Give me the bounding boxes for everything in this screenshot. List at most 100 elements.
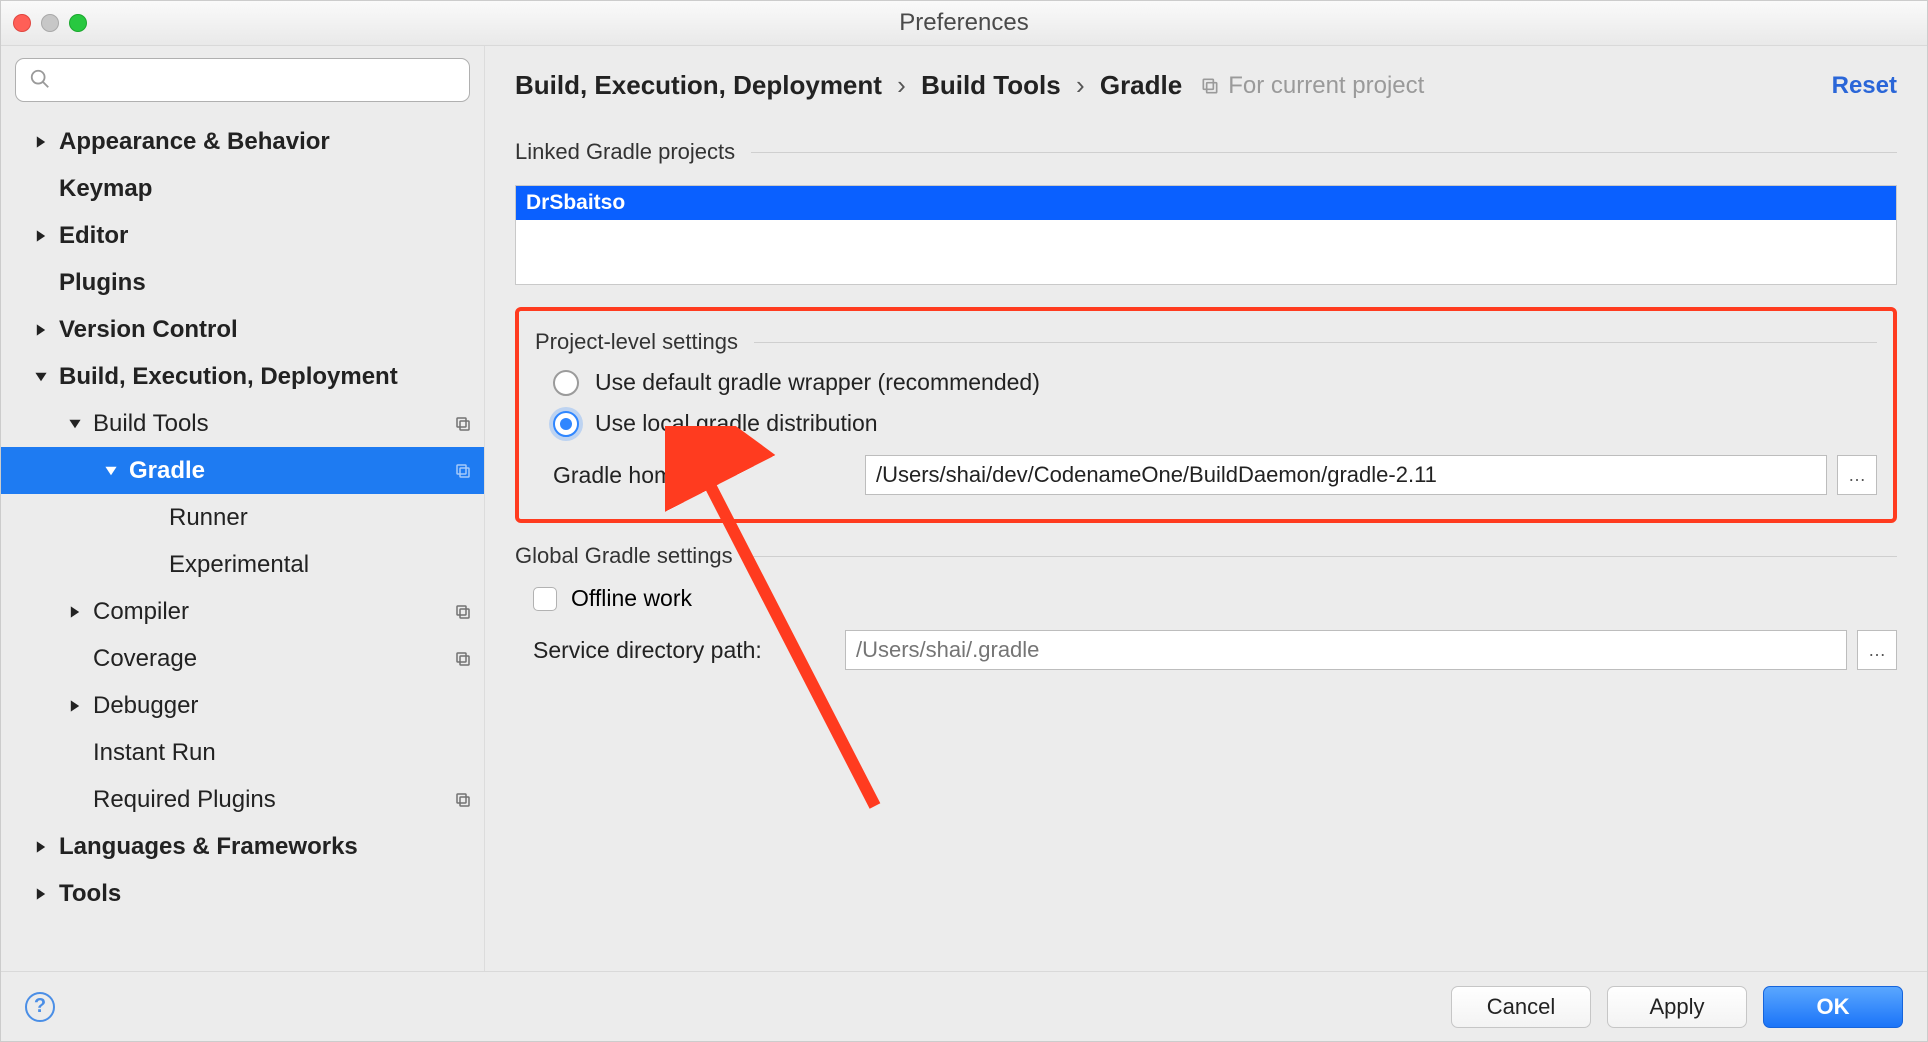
tree-item[interactable]: Experimental	[1, 541, 484, 588]
tree-item[interactable]: Build, Execution, Deployment	[1, 353, 484, 400]
radio-local-distribution[interactable]: Use local gradle distribution	[553, 410, 1877, 437]
tree-item-label: Appearance & Behavior	[59, 128, 330, 156]
cancel-button[interactable]: Cancel	[1451, 986, 1591, 1028]
tree-item-label: Gradle	[129, 457, 205, 485]
tree-item[interactable]: Compiler	[1, 588, 484, 635]
window-title: Preferences	[1, 9, 1927, 37]
reset-link[interactable]: Reset	[1832, 72, 1897, 100]
copy-icon	[452, 460, 474, 482]
tree-item[interactable]: Required Plugins	[1, 776, 484, 823]
chevron-right-icon: ›	[889, 70, 914, 100]
tree-item-label: Tools	[59, 880, 121, 908]
tree-item-label: Build Tools	[93, 410, 209, 438]
radio-icon[interactable]	[553, 411, 579, 437]
tree-item[interactable]: Plugins	[1, 259, 484, 306]
tree-item-label: Runner	[169, 504, 248, 532]
tree-item-label: Compiler	[93, 598, 189, 626]
tree-item[interactable]: Keymap	[1, 165, 484, 212]
tree-item[interactable]: Gradle	[1, 447, 484, 494]
chevron-right-icon[interactable]	[65, 696, 85, 716]
tree-item-label: Languages & Frameworks	[59, 833, 358, 861]
checkbox-label: Offline work	[571, 585, 692, 612]
chevron-down-icon[interactable]	[31, 367, 51, 387]
tree-item[interactable]: Appearance & Behavior	[1, 118, 484, 165]
chevron-right-icon[interactable]	[31, 132, 51, 152]
chevron-right-icon[interactable]	[31, 226, 51, 246]
tree-item[interactable]: Debugger	[1, 682, 484, 729]
gradle-home-label: Gradle home:	[535, 462, 865, 489]
chevron-right-icon: ›	[1068, 70, 1093, 100]
footer: ? Cancel Apply OK	[1, 971, 1927, 1041]
tree-item-label: Instant Run	[93, 739, 216, 767]
service-dir-label: Service directory path:	[515, 637, 845, 664]
tree-item-label: Experimental	[169, 551, 309, 579]
breadcrumb: Build, Execution, Deployment › Build Too…	[515, 70, 1182, 101]
service-dir-input[interactable]	[845, 630, 1847, 670]
checkbox-icon[interactable]	[533, 587, 557, 611]
copy-icon	[452, 601, 474, 623]
browse-button[interactable]: …	[1837, 455, 1877, 495]
titlebar: Preferences	[1, 1, 1927, 46]
tree-item-label: Plugins	[59, 269, 146, 297]
radio-label: Use local gradle distribution	[595, 410, 878, 437]
gradle-home-input[interactable]	[865, 455, 1827, 495]
linked-projects-section: Linked Gradle projects DrSbaitso	[515, 139, 1897, 285]
browse-button[interactable]: …	[1857, 630, 1897, 670]
tree-item-label: Build, Execution, Deployment	[59, 363, 398, 391]
radio-label: Use default gradle wrapper (recommended)	[595, 369, 1040, 396]
apply-button[interactable]: Apply	[1607, 986, 1747, 1028]
tree-item[interactable]: Runner	[1, 494, 484, 541]
tree-item[interactable]: Instant Run	[1, 729, 484, 776]
tree-item-label: Version Control	[59, 316, 238, 344]
sidebar: Appearance & Behavior Keymap Editor Plugins…	[1, 46, 485, 971]
tree-item-label: Coverage	[93, 645, 197, 673]
preferences-window: Preferences Appearance & Behavior Keymap E…	[0, 0, 1928, 1042]
breadcrumb-seg[interactable]: Build, Execution, Deployment	[515, 70, 882, 100]
tree-item-label: Debugger	[93, 692, 198, 720]
radio-icon[interactable]	[553, 370, 579, 396]
copy-icon	[1200, 76, 1220, 96]
breadcrumb-seg[interactable]: Gradle	[1100, 70, 1182, 100]
section-title: Linked Gradle projects	[515, 139, 1897, 165]
chevron-down-icon[interactable]	[101, 461, 121, 481]
gradle-home-row: Gradle home: …	[535, 455, 1877, 495]
chevron-right-icon[interactable]	[31, 884, 51, 904]
tree-item[interactable]: Build Tools	[1, 400, 484, 447]
chevron-right-icon[interactable]	[65, 602, 85, 622]
list-item[interactable]: DrSbaitso	[516, 186, 1896, 220]
copy-icon	[452, 413, 474, 435]
scope-label: For current project	[1200, 72, 1424, 100]
global-settings-section: Global Gradle settings Offline work Serv…	[515, 543, 1897, 670]
radio-default-wrapper[interactable]: Use default gradle wrapper (recommended)	[553, 369, 1877, 396]
content: Linked Gradle projects DrSbaitso Project…	[485, 109, 1927, 971]
help-button[interactable]: ?	[25, 992, 55, 1022]
tree-item[interactable]: Languages & Frameworks	[1, 823, 484, 870]
linked-projects-list[interactable]: DrSbaitso	[515, 185, 1897, 285]
service-dir-row: Service directory path: …	[515, 630, 1897, 670]
offline-work-check[interactable]: Offline work	[533, 585, 1897, 612]
tree-item[interactable]: Tools	[1, 870, 484, 917]
copy-icon	[452, 648, 474, 670]
chevron-right-icon[interactable]	[31, 320, 51, 340]
copy-icon	[452, 789, 474, 811]
breadcrumb-seg[interactable]: Build Tools	[921, 70, 1061, 100]
search-icon	[29, 68, 51, 90]
search-input[interactable]	[15, 58, 470, 102]
tree-item[interactable]: Editor	[1, 212, 484, 259]
chevron-right-icon[interactable]	[31, 837, 51, 857]
body: Appearance & Behavior Keymap Editor Plugins…	[1, 46, 1927, 971]
tree-item-label: Editor	[59, 222, 128, 250]
chevron-down-icon[interactable]	[65, 414, 85, 434]
tree-item[interactable]: Version Control	[1, 306, 484, 353]
main-panel: Build, Execution, Deployment › Build Too…	[485, 46, 1927, 971]
project-level-highlight: Project-level settings Use default gradl…	[515, 307, 1897, 523]
search-wrap	[1, 58, 484, 112]
ok-button[interactable]: OK	[1763, 986, 1903, 1028]
section-title: Project-level settings	[535, 329, 1877, 355]
tree-item[interactable]: Coverage	[1, 635, 484, 682]
tree-item-label: Keymap	[59, 175, 152, 203]
tree-item-label: Required Plugins	[93, 786, 276, 814]
settings-tree: Appearance & Behavior Keymap Editor Plugins…	[1, 112, 484, 971]
section-title: Global Gradle settings	[515, 543, 1897, 569]
header: Build, Execution, Deployment › Build Too…	[485, 46, 1927, 109]
